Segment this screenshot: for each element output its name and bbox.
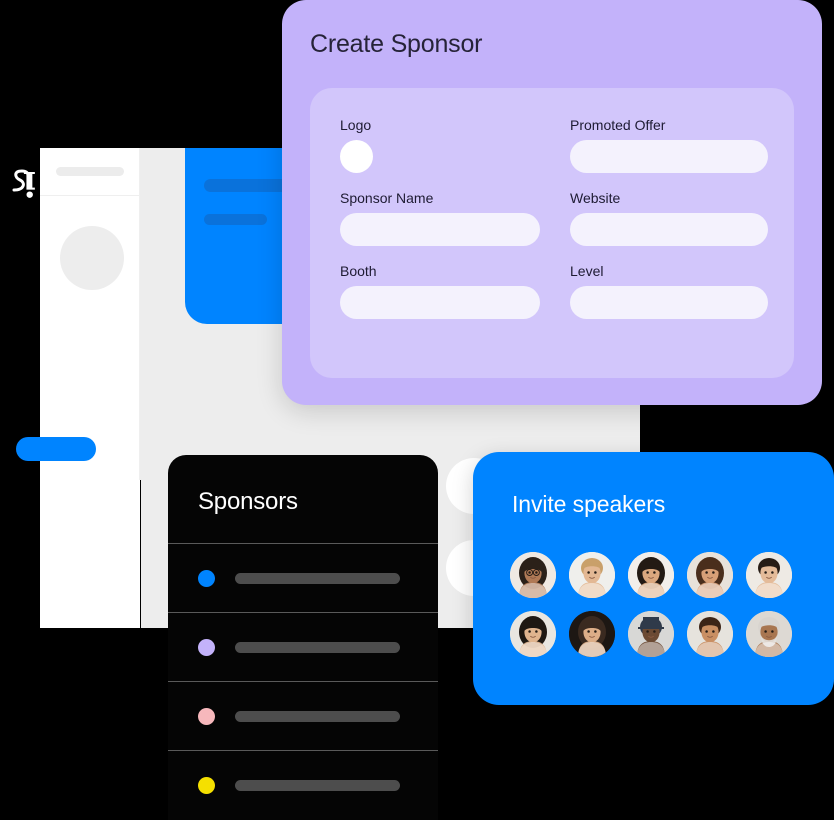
field-level: Level <box>570 264 768 319</box>
app-sidebar <box>40 148 140 480</box>
create-sponsor-form-panel: Logo Promoted Offer Sponsor Name Website <box>310 88 794 378</box>
logo-upload-button[interactable] <box>340 140 373 173</box>
hero-meta-placeholder-1 <box>204 214 267 225</box>
older-bearded-man-avatar[interactable] <box>746 611 792 657</box>
sponsor-color-dot <box>198 776 215 794</box>
woman-dark-background-avatar[interactable] <box>569 611 615 657</box>
field-label-level: Level <box>570 263 604 279</box>
sidebar-avatar-placeholder <box>60 226 124 290</box>
sponsors-title: Sponsors <box>198 488 298 515</box>
sponsor-row[interactable] <box>168 681 438 750</box>
field-label-booth: Booth <box>340 263 377 279</box>
booth-input[interactable] <box>340 286 540 319</box>
woman-curly-hair-avatar[interactable] <box>687 552 733 598</box>
woman-dark-long-hair-avatar[interactable] <box>628 552 674 598</box>
field-label-sponsor-name: Sponsor Name <box>340 190 434 206</box>
promoted-offer-input[interactable] <box>570 140 768 173</box>
invite-speakers-title: Invite speakers <box>512 491 666 517</box>
field-sponsor-name: Sponsor Name <box>340 191 540 246</box>
woman-with-glasses-avatar[interactable] <box>510 552 556 598</box>
sponsor-form-grid: Logo Promoted Offer Sponsor Name Website <box>340 118 768 319</box>
sponsor-name-placeholder <box>235 710 400 722</box>
field-website: Website <box>570 191 768 246</box>
sidebar-logo-placeholder <box>56 167 124 176</box>
sponsor-row[interactable] <box>168 750 438 819</box>
field-promoted-offer: Promoted Offer <box>570 118 768 173</box>
woman-short-hair-smiling-avatar[interactable] <box>687 611 733 657</box>
collage-stage: ℹ Create Sponsor Logo Promoted Offer Spo… <box>0 0 834 820</box>
field-label-logo: Logo <box>340 117 372 133</box>
field-booth: Booth <box>340 264 540 319</box>
sponsor-name-input[interactable] <box>340 213 540 246</box>
sponsor-color-dot <box>198 638 215 656</box>
man-with-hat-avatar[interactable] <box>628 611 674 657</box>
field-label-website: Website <box>570 190 621 206</box>
sponsor-row[interactable] <box>168 543 438 612</box>
level-input[interactable] <box>570 286 768 319</box>
sponsor-color-dot <box>198 707 215 725</box>
sponsor-row[interactable] <box>168 612 438 681</box>
sponsor-color-dot <box>198 569 215 587</box>
sponsors-list <box>168 543 438 819</box>
sidebar-header <box>40 148 139 196</box>
svg-text:ℹ: ℹ <box>23 164 36 201</box>
sponsors-list-card: Sponsors <box>168 455 438 820</box>
woman-short-dark-hair-avatar[interactable] <box>746 552 792 598</box>
sponsor-name-placeholder <box>235 779 400 791</box>
sponsor-name-placeholder <box>235 572 400 584</box>
sidebar-cta-button[interactable] <box>16 437 96 461</box>
blond-man-avatar[interactable] <box>569 552 615 598</box>
website-input[interactable] <box>570 213 768 246</box>
speaker-avatar-grid <box>510 552 792 657</box>
create-sponsor-title: Create Sponsor <box>310 30 483 58</box>
sponsor-name-placeholder <box>235 641 400 653</box>
asian-woman-bob-avatar[interactable] <box>510 611 556 657</box>
s-monogram-logo-icon: ℹ <box>8 158 38 208</box>
create-sponsor-card: Create Sponsor Logo Promoted Offer Spons… <box>282 0 822 405</box>
invite-speakers-card: Invite speakers <box>473 452 834 705</box>
field-logo: Logo <box>340 118 540 173</box>
field-label-promoted-offer: Promoted Offer <box>570 117 666 133</box>
sidebar-lower-panel <box>40 480 140 628</box>
